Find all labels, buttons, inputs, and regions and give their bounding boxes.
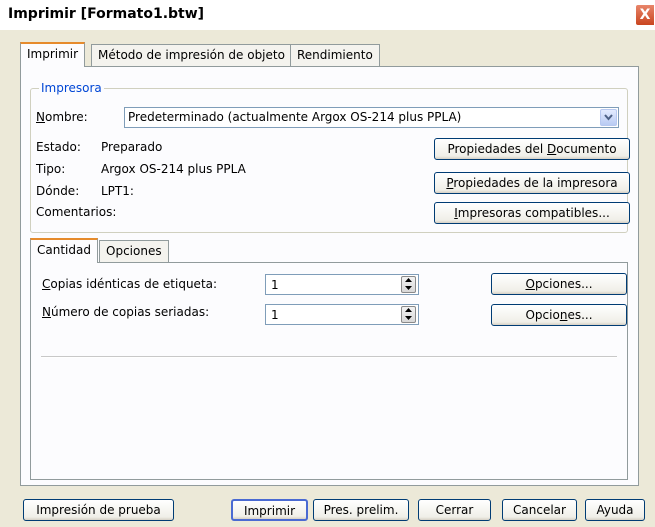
cancel-button[interactable]: Cancelar [502,499,577,521]
help-button[interactable]: Ayuda [585,499,645,521]
serial-copies-spin-buttons[interactable] [401,306,416,323]
tab-cantidad[interactable]: Cantidad [30,238,98,263]
printer-groupbox: Impresora Nombre: Predeterminado (actual… [30,81,630,233]
printer-name-select[interactable]: Predeterminado (actualmente Argox OS-214… [124,107,619,128]
window-title: Imprimir [Formato1.btw] [8,6,205,22]
close-button[interactable]: Cerrar [418,499,491,521]
chevron-down-icon[interactable] [600,109,617,126]
type-label: Tipo: [36,162,66,176]
print-button[interactable]: Imprimir [231,499,308,521]
serial-copies-value: 1 [271,308,279,322]
serial-copies-stepper[interactable]: 1 [265,304,419,325]
status-label: Estado: [36,140,81,154]
spin-up-icon[interactable] [402,277,415,284]
title-bar: Imprimir [Formato1.btw] X [0,0,655,30]
print-tab-panel: Impresora Nombre: Predeterminado (actual… [20,66,639,486]
printer-name-value: Predeterminado (actualmente Argox OS-214… [128,110,462,124]
identical-copies-stepper[interactable]: 1 [265,274,419,295]
status-value: Preparado [101,140,163,154]
compatible-printers-button[interactable]: Impresoras compatibles... [434,202,630,224]
tab-imprimir[interactable]: Imprimir [20,42,86,67]
where-label: Dónde: [36,184,80,198]
print-preview-button[interactable]: Pres. prelim. [313,499,409,521]
identical-copies-label: Copias idénticas de etiqueta: [42,277,218,291]
identical-copies-spin-buttons[interactable] [401,276,416,293]
tab-rendimiento[interactable]: Rendimiento [290,44,380,66]
type-value: Argox OS-214 plus PPLA [101,162,246,176]
print-dialog: Imprimir [Formato1.btw] X Imprimir Métod… [0,0,655,527]
identical-copies-value: 1 [271,278,279,292]
close-window-button[interactable]: X [635,4,655,26]
tab-metodo-impresion-objeto[interactable]: Método de impresión de objeto [91,44,292,66]
serial-copies-options-button[interactable]: Opciones... [491,304,627,326]
quantity-panel: Copias idénticas de etiqueta: 1 Opciones… [30,262,628,480]
comments-label: Comentarios: [36,205,117,219]
identical-copies-options-button[interactable]: Opciones... [491,273,627,295]
printer-group-label: Impresora [39,81,104,95]
name-label: Nombre: [36,110,88,124]
separator [41,356,617,358]
tab-opciones[interactable]: Opciones [99,240,169,262]
spin-down-icon[interactable] [402,285,415,292]
serial-copies-label: Número de copias seriadas: [42,305,210,319]
spin-up-icon[interactable] [402,307,415,314]
test-print-button[interactable]: Impresión de prueba [23,499,174,521]
printer-properties-button[interactable]: Propiedades de la impresora [434,172,630,194]
document-properties-button[interactable]: Propiedades del Documento [434,138,630,160]
spin-down-icon[interactable] [402,315,415,322]
where-value: LPT1: [101,184,134,198]
